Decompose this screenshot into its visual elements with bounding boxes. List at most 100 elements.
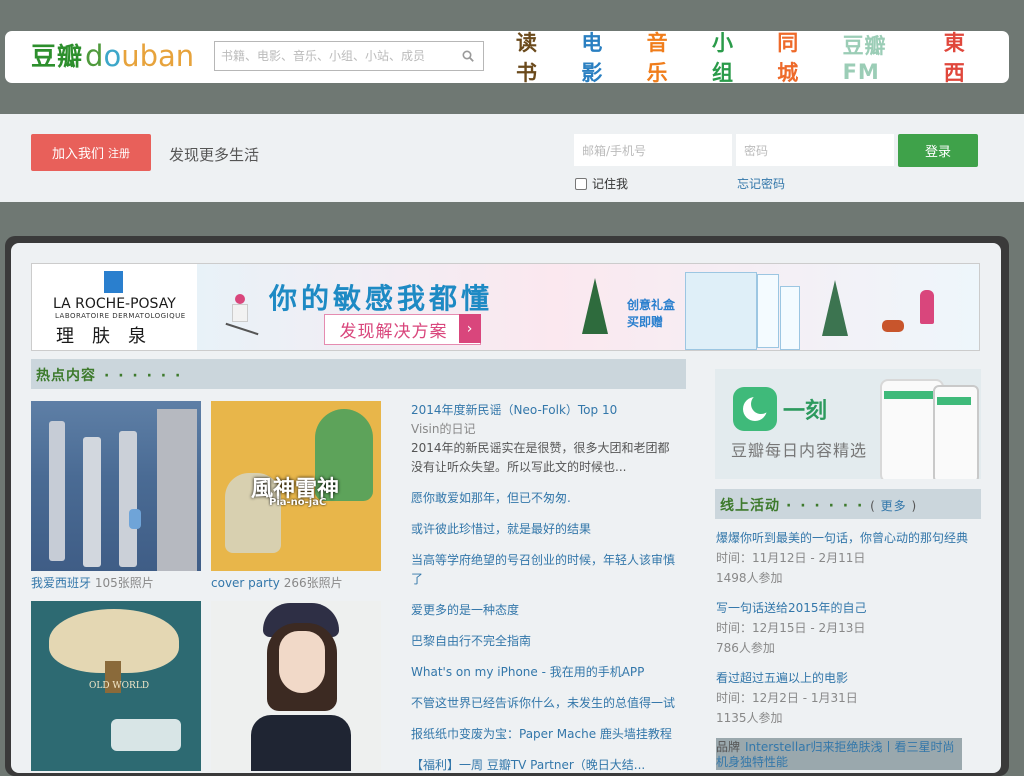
ad-brand-sub: LABORATOIRE DERMATOLOGIQUE: [55, 312, 186, 320]
nav-link[interactable]: 音乐: [647, 27, 689, 87]
article-link[interactable]: 报纸纸巾变废为宝：Paper Mache 鹿头墙挂教程: [411, 725, 681, 744]
activity-title-link[interactable]: 看过超过五遍以上的电影: [716, 668, 981, 688]
douban-logo[interactable]: 豆瓣 douban: [31, 37, 194, 73]
search-icon[interactable]: [462, 50, 474, 62]
login-button[interactable]: 登录: [898, 134, 978, 167]
hot-title-text: 热点内容: [36, 368, 96, 384]
map-overlay-text: OLD WORLD: [89, 681, 150, 691]
featured-article-author: Visin的日记: [411, 422, 476, 436]
hot-title-dots: · · · · · ·: [104, 368, 183, 384]
album-photo-cover-party[interactable]: 風神雷神 Pia-no-jaC: [211, 401, 381, 571]
nav-link[interactable]: 東西: [944, 27, 986, 87]
nav-link[interactable]: 读书: [516, 27, 558, 87]
article-link[interactable]: 巴黎自由行不完全指南: [411, 632, 681, 651]
activity-time: 时间：12月15日 - 2月13日: [716, 621, 866, 635]
column-shape: [157, 409, 197, 571]
article-link[interactable]: 【福利】一周 豆瓣TV Partner（晚日大结...: [411, 756, 681, 773]
activity-title-link[interactable]: 爆爆你听到最美的一句话，你曾心动的那句经典: [716, 528, 981, 548]
phone-header-bar: [937, 397, 971, 405]
product-bottle: [757, 274, 779, 348]
email-field[interactable]: 邮箱/手机号: [574, 134, 732, 166]
yike-app-promo[interactable]: 一刻 豆瓣每日内容精选: [715, 369, 981, 479]
nav-link[interactable]: 豆瓣FM: [843, 30, 921, 84]
register-label: 注册: [108, 146, 130, 160]
album-title-link[interactable]: cover party: [211, 576, 280, 590]
hot-content-title: 热点内容 · · · · · ·: [36, 365, 182, 385]
more-activities-link[interactable]: 更多: [881, 499, 907, 513]
more-wrapper: ( 更多 ): [870, 499, 918, 513]
text-ad[interactable]: 品牌 Interstellar归来拒绝肤浅丨看三星时尚机身独特性能: [716, 738, 962, 770]
gift-line2: 买即赠: [627, 315, 664, 329]
article-link[interactable]: 当高等学府绝望的号召创业的时候，年轻人该审慎了: [411, 551, 681, 589]
article-link[interactable]: 爱更多的是一种态度: [411, 601, 681, 620]
remember-me[interactable]: 记住我: [575, 175, 628, 192]
activity-item: 看过超过五遍以上的电影时间：12月2日 - 1月31日 1135人参加: [716, 668, 981, 728]
ad-banner[interactable]: LA ROCHE-POSAY LABORATOIRE DERMATOLOGIQU…: [31, 263, 980, 351]
article-links: 愿你敢爱如那年，但已不匆匆. 或许彼此珍惜过，就是最好的结果当高等学府绝望的号召创…: [411, 489, 681, 773]
activities-title-text: 线上活动: [720, 498, 780, 514]
remember-checkbox[interactable]: [575, 177, 587, 190]
product-nav: 读书 电影 音乐 小组 同城 豆瓣FM 東西: [516, 31, 1009, 85]
album-caption: 我爱西班牙 105张照片: [31, 574, 154, 591]
album-photo-portrait[interactable]: [211, 601, 381, 771]
logo-letters-uban: uban: [121, 39, 195, 73]
activity-time: 时间：12月2日 - 1月31日: [716, 691, 858, 705]
album-count: 105张照片: [94, 576, 154, 590]
chevron-right-icon: ›: [459, 314, 481, 343]
ad-gift-text: 创意礼盒 买即赠: [627, 297, 675, 331]
ad-cta-label: 发现解决方案: [339, 322, 448, 342]
column-shape: [119, 431, 137, 567]
gift-line1: 创意礼盒: [627, 298, 676, 312]
activity-participants: 1135人参加: [716, 711, 783, 725]
yike-app-icon: [733, 387, 777, 431]
child-figure: [920, 290, 934, 324]
album-title-link[interactable]: 我爱西班牙: [31, 576, 91, 590]
activities-title-dots: · · · · · ·: [786, 498, 865, 514]
activities-list: 爆爆你听到最美的一句话，你曾心动的那句经典 时间：11月12日 - 2月11日 14…: [716, 528, 981, 738]
article-link[interactable]: 不管这世界已经告诉你什么，未发生的总值得一试: [411, 694, 681, 713]
phone-mockup-2: [933, 385, 979, 479]
article-link[interactable]: 或许彼此珍惜过，就是最好的结果: [411, 520, 681, 539]
password-field[interactable]: 密码: [736, 134, 894, 166]
column-shape: [49, 421, 65, 561]
ad-brand-cn: 理肤泉: [56, 326, 164, 347]
ad-brand-block: LA ROCHE-POSAY LABORATOIRE DERMATOLOGIQU…: [32, 264, 197, 350]
activity-title-link[interactable]: 写一句话送给2015年的自己: [716, 598, 981, 618]
remember-label: 记住我: [592, 177, 629, 191]
logo-english: douban: [85, 39, 194, 73]
yike-app-name: 一刻: [783, 399, 828, 424]
hot-content-header: 热点内容 · · · · · ·: [31, 359, 686, 389]
top-navigation-bar: 豆瓣 douban 读书电影音乐小组同城豆瓣FM東西: [5, 31, 1009, 85]
yike-app-slogan: 豆瓣每日内容精选: [731, 441, 868, 460]
join-register-button[interactable]: 加入我们 注册: [31, 134, 151, 171]
world-map-shape: [111, 719, 181, 751]
brand-logo-mark: [104, 271, 123, 293]
nav-link[interactable]: 小组: [712, 27, 754, 87]
phone-header-bar: [884, 391, 936, 399]
tree-decoration-2: [822, 280, 848, 336]
ad-text: Interstellar归来拒绝肤浅丨看三星时尚机身独特性能: [716, 740, 955, 769]
search-input[interactable]: [215, 42, 457, 70]
face: [279, 631, 325, 693]
forgot-password-link[interactable]: 忘记密码: [737, 175, 785, 192]
product-box: [685, 272, 757, 350]
top-banner-area: 豆瓣 douban 读书电影音乐小组同城豆瓣FM東西: [0, 0, 1024, 114]
nav-link[interactable]: 电影: [581, 27, 623, 87]
cover-overlay-sub: Pia-no-jaC: [269, 497, 327, 508]
album-count: 266张照片: [283, 576, 343, 590]
nav-link[interactable]: 同城: [777, 27, 819, 87]
ad-brand-name: LA ROCHE-POSAY: [53, 296, 176, 312]
product-tube: [780, 286, 800, 350]
ad-cta-button[interactable]: 发现解决方案 ›: [324, 314, 481, 345]
column-shape: [83, 437, 101, 567]
logo-letter-o: o: [103, 39, 122, 73]
album-photo-spain[interactable]: [31, 401, 201, 571]
article-link[interactable]: What's on my iPhone - 我在用的手机APP: [411, 663, 681, 682]
activity-time: 时间：11月12日 - 2月11日: [716, 551, 866, 565]
featured-article-title[interactable]: 2014年度新民谣（Neo-Folk）Top 10: [411, 401, 681, 420]
article-link[interactable]: 愿你敢爱如那年，但已不匆匆.: [411, 489, 681, 508]
album-photo-language-map[interactable]: OLD WORLD: [31, 601, 201, 771]
activities-title: 线上活动 · · · · · · ( 更多 ): [720, 495, 917, 515]
ad-tag: 品牌: [716, 740, 741, 754]
main-panel: LA ROCHE-POSAY LABORATOIRE DERMATOLOGIQU…: [11, 243, 1001, 773]
